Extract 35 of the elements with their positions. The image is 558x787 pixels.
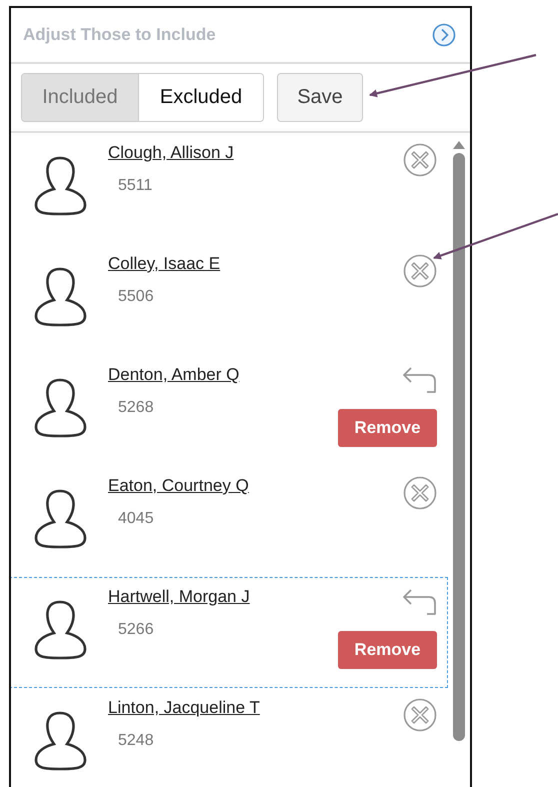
person-id: 4045	[118, 510, 155, 528]
close-icon[interactable]	[403, 254, 437, 288]
person-name-link[interactable]: Eaton, Courtney Q	[108, 476, 337, 496]
person-id: 5248	[118, 732, 155, 750]
person-row[interactable]: Denton, Amber Q 5268 Remove	[11, 355, 448, 466]
save-button[interactable]: Save	[277, 73, 363, 122]
person-icon	[32, 155, 89, 217]
person-name-link[interactable]: Denton, Amber Q	[108, 365, 337, 385]
scrollbar-thumb[interactable]	[453, 153, 465, 741]
scroll-up-icon[interactable]	[453, 141, 465, 149]
person-name-link[interactable]: Hartwell, Morgan J	[108, 587, 337, 607]
person-id: 5506	[118, 288, 155, 306]
close-icon[interactable]	[403, 698, 437, 732]
person-icon	[32, 710, 89, 772]
chevron-right-circle-icon[interactable]	[432, 23, 456, 47]
person-id: 5268	[118, 399, 155, 417]
remove-button[interactable]: Remove	[338, 409, 437, 447]
person-icon	[32, 488, 89, 550]
person-id: 5511	[118, 177, 154, 195]
person-icon	[32, 266, 89, 328]
person-name-link[interactable]: Colley, Isaac E	[108, 254, 337, 274]
person-row[interactable]: Linton, Jacqueline T 5248	[11, 688, 448, 787]
close-icon[interactable]	[403, 476, 437, 510]
person-icon	[32, 377, 89, 439]
person-name-link[interactable]: Clough, Allison J	[108, 143, 337, 163]
person-id: 5266	[118, 621, 155, 639]
person-name-link[interactable]: Linton, Jacqueline T	[108, 698, 337, 718]
person-row[interactable]: Hartwell, Morgan J 5266 Remove	[11, 577, 448, 688]
person-row[interactable]: Colley, Isaac E 5506	[11, 244, 448, 355]
person-row[interactable]: Eaton, Courtney Q 4045	[11, 466, 448, 577]
person-row[interactable]: Clough, Allison J 5511	[11, 133, 448, 244]
close-icon[interactable]	[403, 143, 437, 177]
panel-title: Adjust Those to Include	[23, 25, 216, 45]
person-icon	[32, 599, 89, 661]
remove-button[interactable]: Remove	[338, 631, 437, 669]
